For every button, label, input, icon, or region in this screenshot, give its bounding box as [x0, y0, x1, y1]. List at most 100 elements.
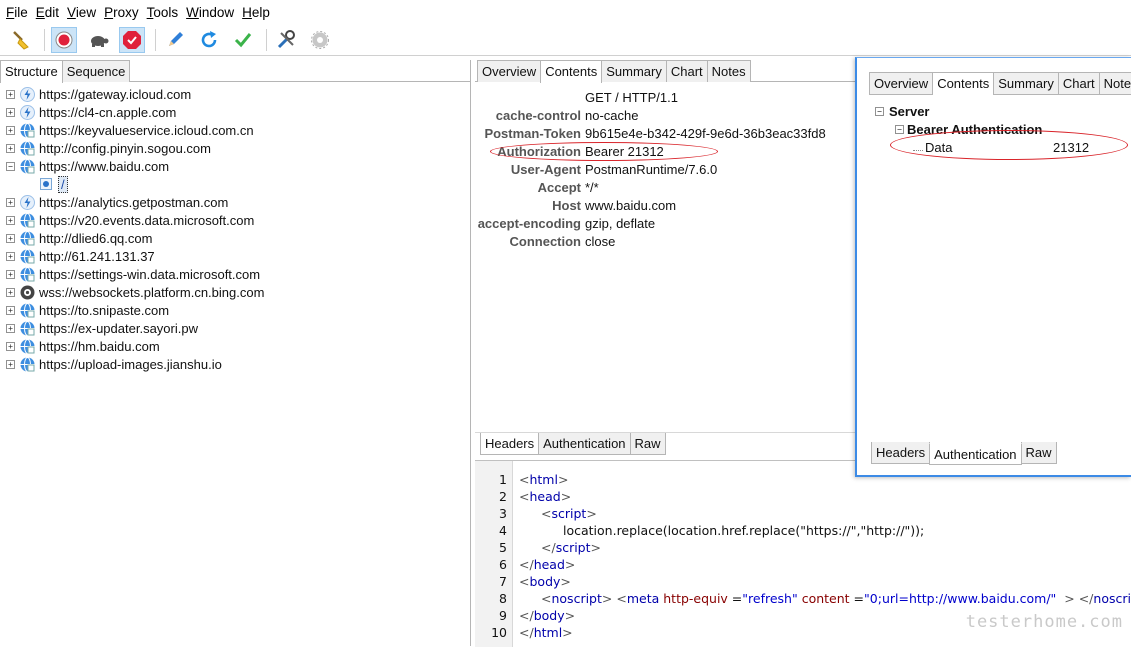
code-line: 6 </head> — [475, 557, 575, 574]
menu-item-view[interactable]: View — [65, 5, 102, 20]
code-token: </ — [519, 557, 534, 572]
request-headers-table: GET / HTTP/1.1 cache-control no-cache Post… — [475, 82, 855, 252]
host-row[interactable]: + https://ex-updater.sayori.pw — [0, 319, 470, 337]
float-tab-notes[interactable]: Note — [1098, 72, 1131, 94]
tab-summary[interactable]: Summary — [601, 60, 667, 82]
host-row[interactable]: + https://v20.events.data.microsoft.com — [0, 211, 470, 229]
line-number: 9 — [499, 608, 507, 623]
expand-icon[interactable]: + — [6, 125, 15, 135]
record-button[interactable] — [51, 26, 77, 53]
host-row[interactable]: + https://hm.baidu.com — [0, 337, 470, 355]
host-row[interactable]: + https://gateway.icloud.com — [0, 85, 470, 103]
collapse-icon[interactable]: − — [875, 106, 884, 116]
float-tab-summary[interactable]: Summary — [993, 72, 1059, 94]
code-token: head — [533, 557, 565, 572]
header-row[interactable]: cache-control no-cache — [475, 108, 855, 126]
header-row[interactable]: Connection close — [475, 234, 855, 252]
expand-icon[interactable]: + — [6, 287, 15, 297]
host-row[interactable]: + https://settings-win.data.microsoft.com — [0, 265, 470, 283]
collapse-icon[interactable]: − — [895, 124, 904, 134]
breakpoint-button[interactable] — [119, 26, 145, 53]
code-text: </script> — [519, 540, 601, 555]
tab-request-raw[interactable]: Raw — [629, 433, 666, 455]
repeat-refresh-icon[interactable] — [196, 27, 222, 53]
expand-icon[interactable]: + — [6, 233, 15, 243]
expand-icon[interactable]: + — [6, 359, 15, 369]
expand-icon[interactable]: + — [6, 197, 15, 207]
float-tab-chart[interactable]: Chart — [1057, 72, 1100, 94]
tab-chart[interactable]: Chart — [665, 60, 708, 82]
host-row[interactable]: + https://keyvalueservice.icloud.com.cn — [0, 121, 470, 139]
host-row[interactable]: + https://upload-images.jianshu.io — [0, 355, 470, 373]
data-node[interactable]: Data 21312 — [871, 138, 1131, 156]
host-row[interactable]: + https://analytics.getpostman.com — [0, 193, 470, 211]
settings-gear-icon[interactable] — [307, 27, 333, 53]
expand-icon[interactable]: + — [6, 305, 15, 315]
float-tab-raw[interactable]: Raw — [1020, 442, 1057, 464]
throttle-turtle-icon[interactable] — [85, 27, 111, 53]
header-row[interactable]: Authorization Bearer 21312 — [475, 144, 855, 162]
broom-clear-icon[interactable] — [8, 27, 34, 53]
menu-item-window[interactable]: Window — [184, 5, 240, 20]
structure-tabs: Structure Sequence — [0, 60, 470, 83]
tab-request-authentication[interactable]: Authentication — [538, 433, 631, 455]
expand-icon[interactable]: + — [6, 341, 15, 351]
menu-mnemonic: P — [104, 4, 114, 20]
host-row[interactable]: + http://config.pinyin.sogou.com — [0, 139, 470, 157]
server-node[interactable]: − Server — [871, 102, 1131, 120]
tab-request-headers[interactable]: Headers — [480, 433, 540, 455]
code-token: > — [564, 608, 576, 623]
tab-structure[interactable]: Structure — [0, 60, 63, 83]
collapse-icon[interactable]: − — [6, 161, 15, 171]
code-token: "refresh" — [742, 591, 798, 606]
tab-contents[interactable]: Contents — [540, 60, 603, 83]
code-token: script — [555, 540, 591, 555]
expand-icon[interactable]: + — [6, 107, 15, 117]
header-row[interactable]: User-Agent PostmanRuntime/7.6.0 — [475, 162, 855, 180]
expand-icon[interactable]: + — [6, 251, 15, 261]
menu-mnemonic: H — [242, 4, 252, 20]
host-row[interactable]: + wss://websockets.platform.cn.bing.com — [0, 283, 470, 301]
menu-item-tools[interactable]: Tools — [145, 5, 185, 20]
header-row[interactable]: Accept */* — [475, 180, 855, 198]
tab-overview[interactable]: Overview — [477, 60, 542, 82]
header-value: gzip, deflate — [585, 216, 656, 231]
validate-check-icon[interactable] — [230, 27, 256, 53]
tools-icon[interactable] — [273, 27, 299, 53]
float-tab-overview[interactable]: Overview — [869, 72, 934, 94]
expand-icon[interactable]: + — [6, 89, 15, 99]
expand-icon[interactable]: + — [6, 323, 15, 333]
expand-icon[interactable]: + — [6, 215, 15, 225]
header-row[interactable]: accept-encoding gzip, deflate — [475, 216, 855, 234]
host-row[interactable]: + https://to.snipaste.com — [0, 301, 470, 319]
host-row[interactable]: − https://www.baidu.com — [0, 157, 470, 175]
code-line: 9 </body> — [475, 608, 575, 625]
globe-icon — [20, 122, 35, 138]
expand-icon[interactable]: + — [6, 143, 15, 153]
host-row[interactable]: + http://61.241.131.37 — [0, 247, 470, 265]
float-tab-authentication[interactable]: Authentication — [929, 443, 1022, 465]
bearer-auth-node[interactable]: − Bearer Authentication — [871, 120, 1131, 138]
code-text: </head> — [519, 557, 575, 572]
code-token: > — [564, 557, 576, 572]
request-row[interactable]: / — [0, 175, 470, 193]
host-label: http://dlied6.qq.com — [39, 230, 153, 246]
float-tab-headers[interactable]: Headers — [871, 442, 931, 464]
expand-icon[interactable]: + — [6, 269, 15, 279]
float-tab-contents[interactable]: Contents — [932, 72, 995, 95]
menu-item-file[interactable]: File — [4, 5, 34, 20]
header-row[interactable]: Host www.baidu.com — [475, 198, 855, 216]
header-row[interactable]: Postman-Token 9b615e4e-b342-429f-9e6d-36b… — [475, 126, 855, 144]
host-row[interactable]: + https://cl4-cn.apple.com — [0, 103, 470, 121]
line-number: 4 — [499, 523, 507, 538]
edit-pen-icon[interactable] — [162, 27, 188, 53]
code-line: 10 </html> — [475, 625, 573, 642]
host-label: https://cl4-cn.apple.com — [39, 104, 177, 120]
host-tree: + https://gateway.icloud.com + https://cl4-… — [0, 82, 470, 373]
menu-item-edit[interactable]: Edit — [34, 5, 65, 20]
tab-notes[interactable]: Notes — [706, 60, 751, 82]
menu-item-help[interactable]: Help — [240, 5, 276, 20]
host-row[interactable]: + http://dlied6.qq.com — [0, 229, 470, 247]
menu-item-proxy[interactable]: Proxy — [102, 5, 145, 20]
tab-sequence[interactable]: Sequence — [61, 60, 131, 82]
